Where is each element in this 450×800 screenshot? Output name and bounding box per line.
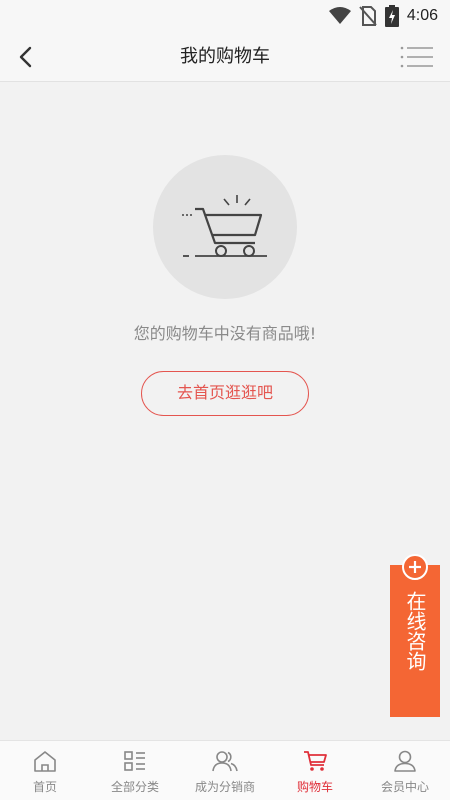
list-menu-icon xyxy=(400,46,433,68)
tab-label: 首页 xyxy=(32,780,57,794)
empty-cart-message: 您的购物车中没有商品哦! xyxy=(133,324,317,343)
status-bar: 4:06 xyxy=(0,0,450,32)
online-consult-button[interactable]: 在线咨询 xyxy=(390,554,440,717)
plus-icon xyxy=(402,554,428,580)
tab-member-center[interactable]: 会员中心 xyxy=(360,741,450,800)
go-home-button[interactable]: 去首页逛逛吧 xyxy=(141,371,309,416)
online-consult-label: 在线咨询 xyxy=(403,591,427,671)
users-icon xyxy=(212,749,238,773)
page-title: 我的购物车 xyxy=(180,46,270,67)
no-sim-icon xyxy=(359,6,377,26)
tab-label: 全部分类 xyxy=(110,780,159,794)
battery-charging-icon xyxy=(384,5,399,27)
empty-cart-icon xyxy=(182,195,267,257)
bottom-tab-bar: 首页 全部分类 成为分销商 购物车 会员中心 xyxy=(0,740,450,800)
empty-cart-illustration xyxy=(153,155,297,299)
status-time: 4:06 xyxy=(406,7,438,24)
tab-cart[interactable]: 购物车 xyxy=(270,741,360,800)
tab-home[interactable]: 首页 xyxy=(0,741,90,800)
wifi-icon xyxy=(328,7,351,25)
menu-button[interactable] xyxy=(400,43,434,71)
tab-all-categories[interactable]: 全部分类 xyxy=(90,741,180,800)
category-icon xyxy=(123,749,147,773)
cart-icon xyxy=(303,749,327,773)
user-icon xyxy=(393,749,417,773)
home-icon xyxy=(33,749,57,773)
tab-become-distributor[interactable]: 成为分销商 xyxy=(180,741,270,800)
tab-label: 购物车 xyxy=(296,780,333,794)
tab-label: 成为分销商 xyxy=(194,780,255,794)
tab-label: 会员中心 xyxy=(380,780,429,794)
top-nav-bar: 我的购物车 xyxy=(0,32,450,82)
